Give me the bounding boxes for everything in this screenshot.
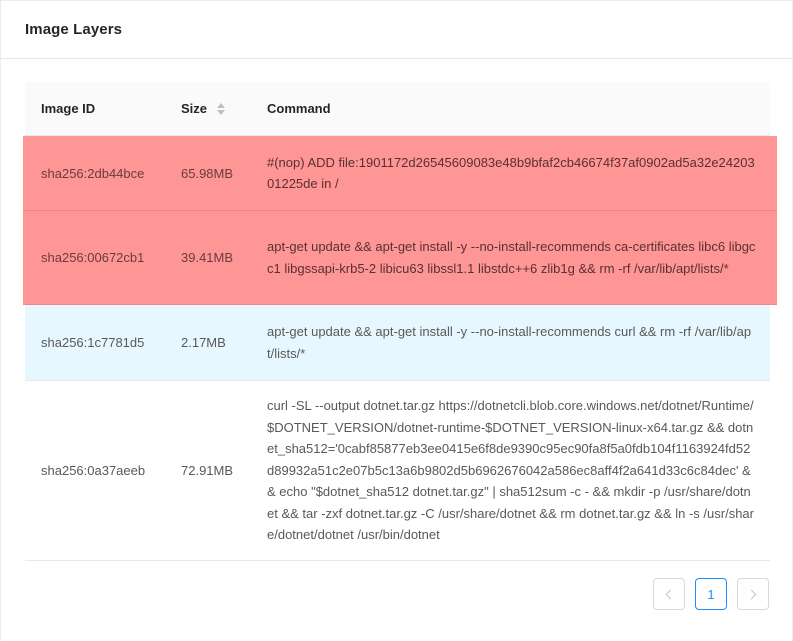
sort-ascending-icon[interactable] xyxy=(217,102,226,108)
pagination: 1 xyxy=(653,578,769,610)
column-header-size-label: Size xyxy=(181,101,208,116)
cell-image-id: sha256:00672cb1 xyxy=(41,250,145,265)
page-1-button[interactable]: 1 xyxy=(695,578,727,610)
table-row[interactable]: sha256:2db44bce 65.98MB #(nop) ADD file:… xyxy=(23,136,777,211)
layers-table: Image ID Size Command sha256:2db44bce 65… xyxy=(23,82,777,561)
prev-page-button[interactable] xyxy=(653,578,685,610)
cell-size: 65.98MB xyxy=(181,165,234,181)
cell-size: 2.17MB xyxy=(181,335,226,350)
card-title: Image Layers xyxy=(25,21,123,38)
cell-size: 72.91MB xyxy=(181,463,234,478)
table-header: Image ID Size Command xyxy=(25,82,770,136)
cell-image-id: sha256:0a37aeeb xyxy=(41,463,146,478)
column-header-size[interactable]: Size xyxy=(165,101,251,116)
cell-command: apt-get update && apt-get install -y --n… xyxy=(267,324,752,361)
image-layers-card: Image Layers Image ID Size Command sha25… xyxy=(0,0,793,641)
cell-command: #(nop) ADD file:1901172d26545609083e48b9… xyxy=(267,154,755,192)
cell-command: apt-get update && apt-get install -y --n… xyxy=(267,239,756,276)
chevron-right-icon xyxy=(746,589,757,599)
cell-image-id: sha256:1c7781d5 xyxy=(41,335,145,350)
next-page-button[interactable] xyxy=(737,578,769,610)
cell-size: 39.41MB xyxy=(181,250,234,265)
column-header-image-id-label: Image ID xyxy=(41,101,96,116)
chevron-left-icon xyxy=(665,589,676,599)
table-row[interactable]: sha256:0a37aeeb 72.91MB curl -SL --outpu… xyxy=(25,381,770,561)
column-header-command-label: Command xyxy=(267,101,331,116)
sort-descending-icon[interactable] xyxy=(217,109,226,115)
column-header-command: Command xyxy=(251,101,770,116)
column-header-image-id: Image ID xyxy=(25,101,165,116)
sort-icon[interactable] xyxy=(217,102,226,115)
table-row[interactable]: sha256:00672cb1 39.41MB apt-get update &… xyxy=(23,211,777,305)
cell-command: curl -SL --output dotnet.tar.gz https://… xyxy=(267,398,754,543)
table-row[interactable]: sha256:1c7781d5 2.17MB apt-get update &&… xyxy=(25,305,770,381)
card-header: Image Layers xyxy=(1,1,792,59)
cell-image-id: sha256:2db44bce xyxy=(41,165,145,181)
